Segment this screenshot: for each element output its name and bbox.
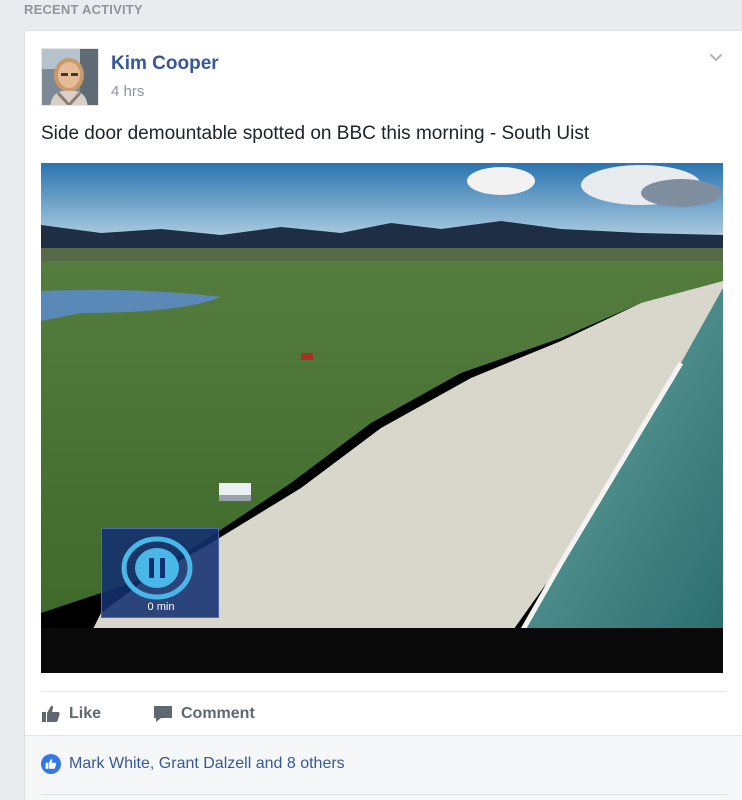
like-label: Like bbox=[69, 705, 102, 722]
video-pause-overlay[interactable]: 0 min bbox=[101, 528, 219, 618]
chevron-down-icon bbox=[710, 54, 722, 62]
thumbs-up-icon bbox=[42, 705, 60, 722]
avatar[interactable] bbox=[41, 48, 99, 106]
section-header: RECENT ACTIVITY bbox=[24, 2, 143, 17]
author-name[interactable]: Kim Cooper bbox=[111, 53, 219, 75]
comment-button[interactable]: Comment bbox=[153, 705, 255, 723]
video-time-label: 0 min bbox=[147, 601, 175, 613]
comment-label: Comment bbox=[181, 705, 255, 722]
like-button[interactable]: Like bbox=[41, 705, 101, 723]
post-text: Side door demountable spotted on BBC thi… bbox=[41, 123, 590, 144]
post-timestamp[interactable]: 4 hrs bbox=[111, 83, 144, 100]
post-card: Kim Cooper 4 hrs Side door demountable s… bbox=[24, 30, 742, 800]
comment-icon bbox=[154, 706, 172, 722]
reactions-bar: Mark White, Grant Dalzell and 8 others bbox=[25, 735, 742, 800]
like-reaction-icon bbox=[41, 754, 61, 774]
reactions-summary[interactable]: Mark White, Grant Dalzell and 8 others bbox=[41, 754, 345, 774]
post-options-button[interactable] bbox=[706, 47, 726, 67]
reactions-text: Mark White, Grant Dalzell and 8 others bbox=[69, 755, 345, 772]
pause-icon bbox=[121, 536, 193, 600]
post-photo[interactable]: 0 min bbox=[41, 163, 723, 673]
reactions-divider bbox=[41, 794, 727, 795]
actions-divider bbox=[41, 691, 726, 692]
